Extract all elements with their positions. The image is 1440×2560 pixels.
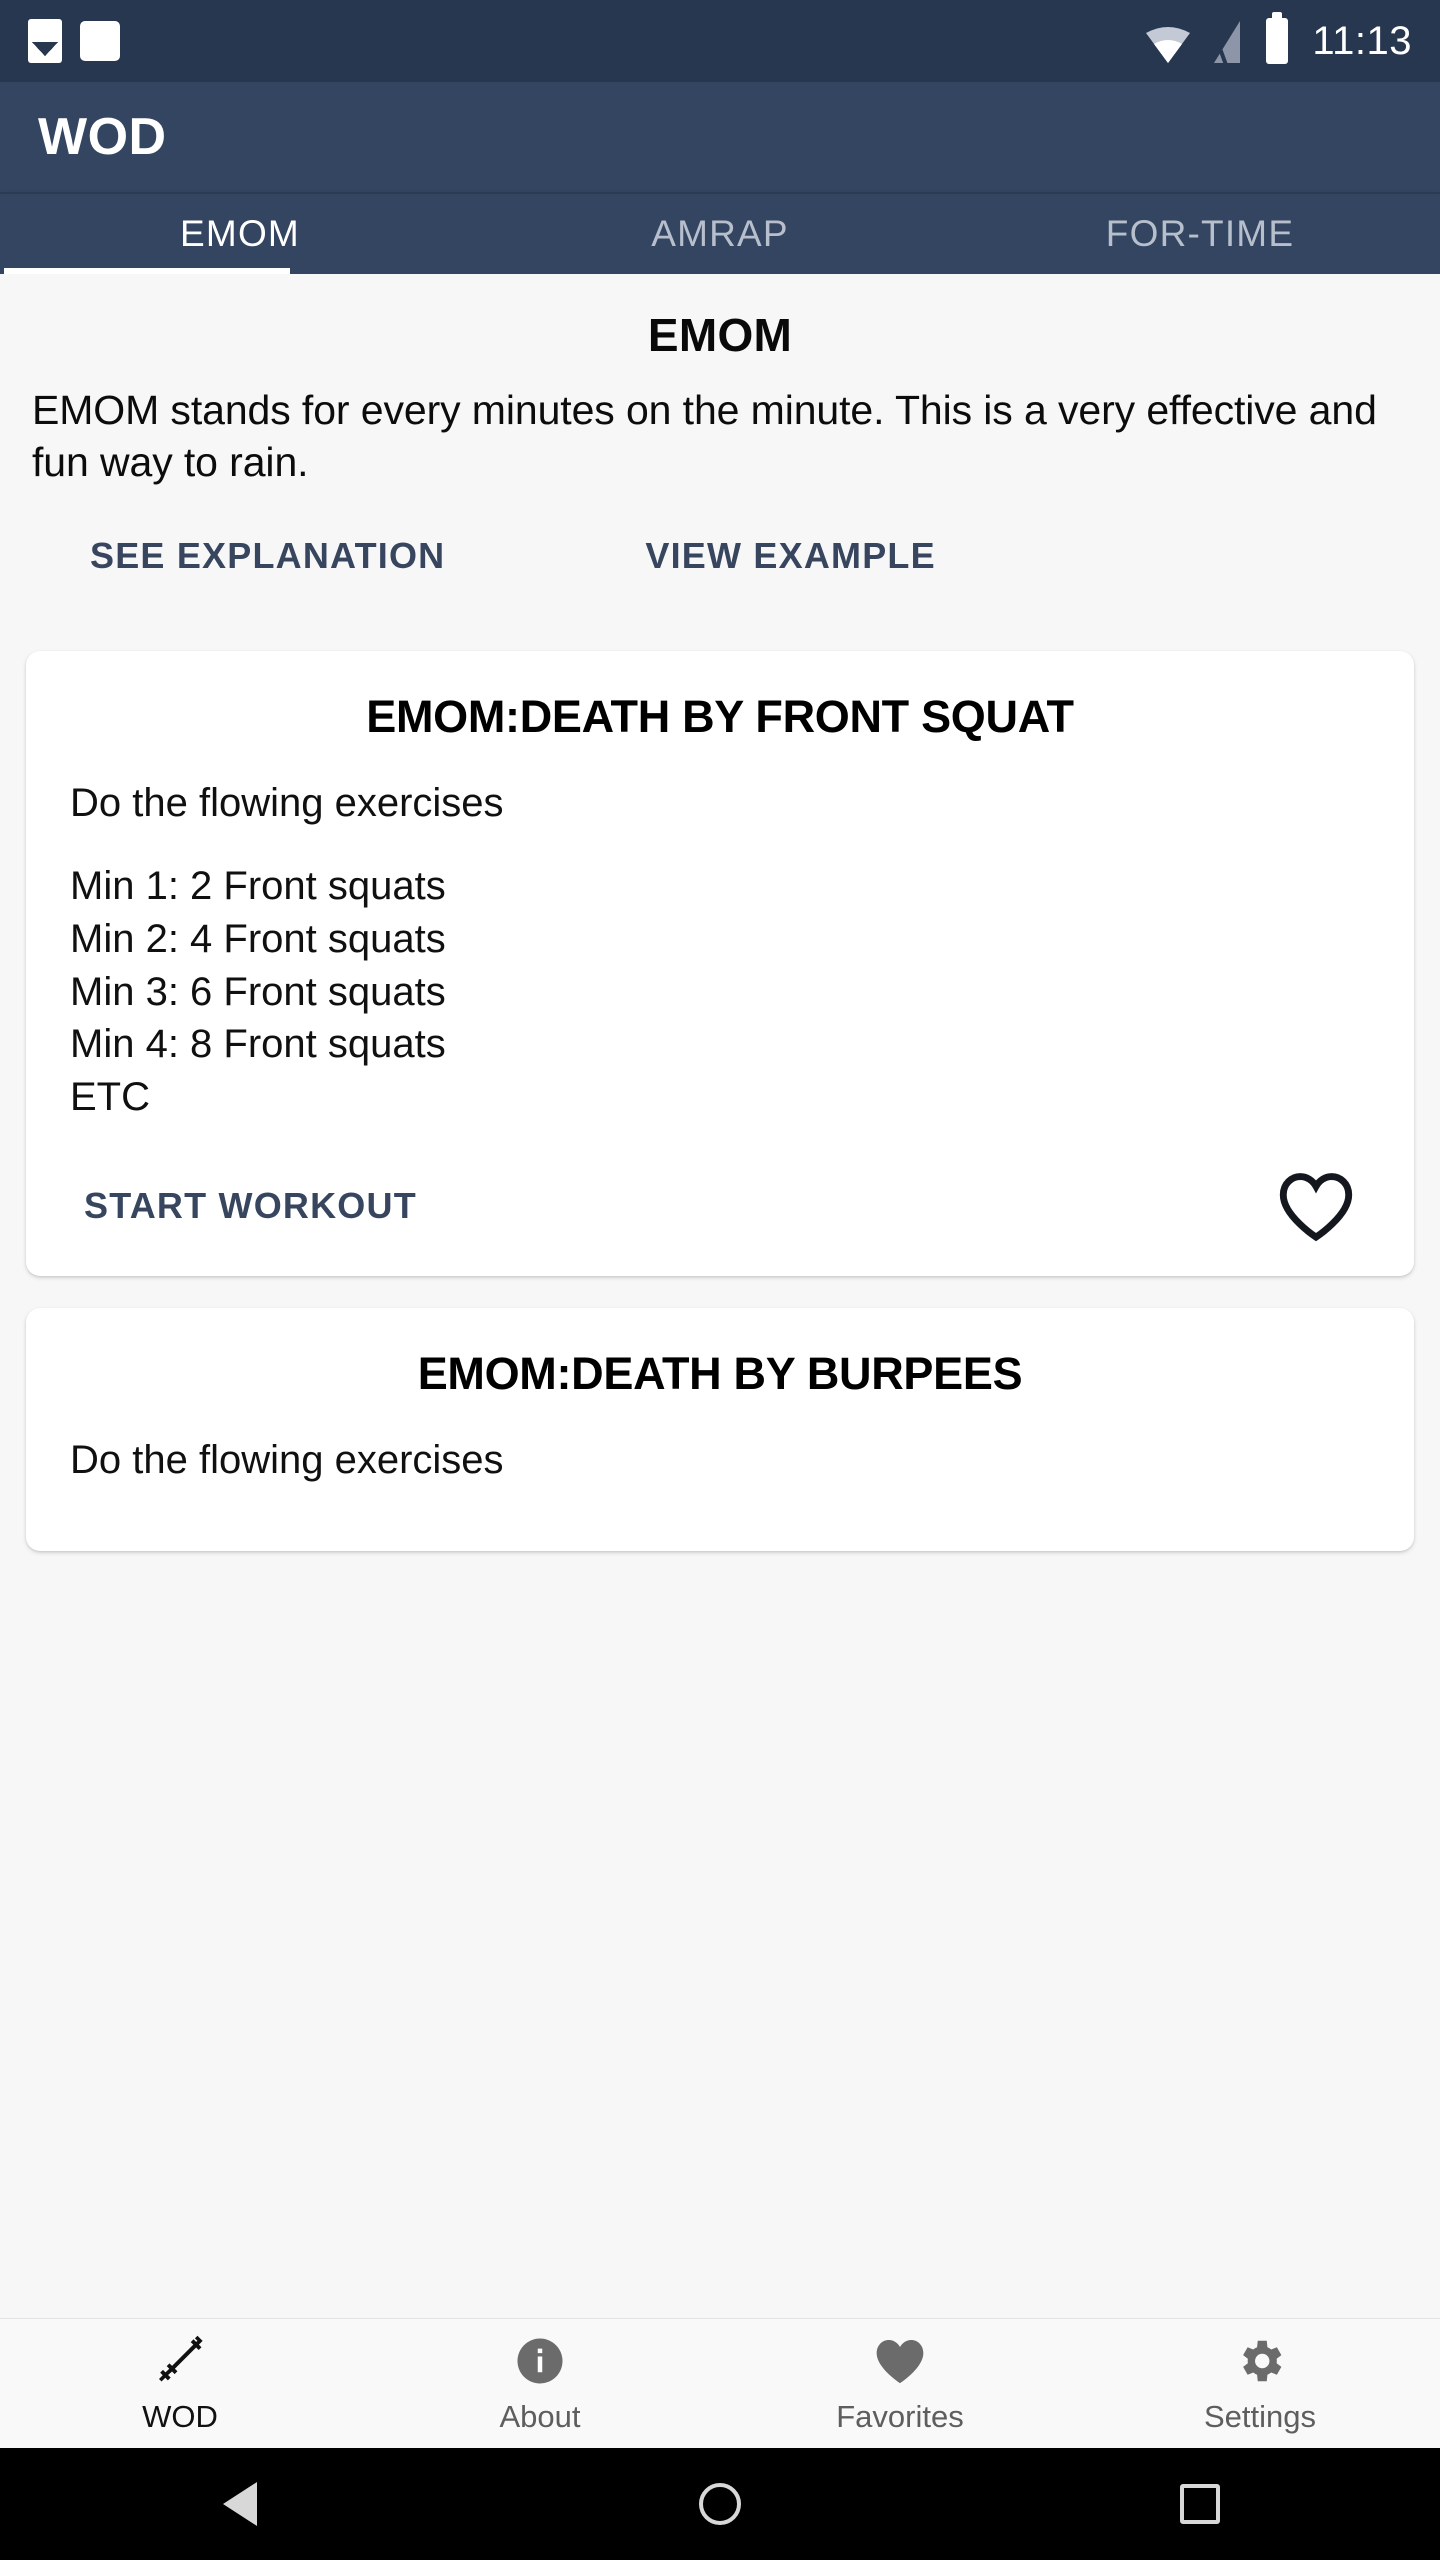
workout-card[interactable]: EMOM:DEATH BY BURPEES Do the flowing exe…	[26, 1307, 1414, 1551]
workout-lead: Do the flowing exercises	[70, 780, 504, 825]
tab-amrap[interactable]: AMRAP	[480, 194, 960, 274]
workout-card-list: EMOM:DEATH BY FRONT SQUAT Do the flowing…	[0, 650, 1440, 1551]
nav-item-about[interactable]: About	[360, 2333, 720, 2435]
heart-filled-icon	[872, 2333, 928, 2389]
intro-actions: SEE EXPLANATION VIEW EXAMPLE	[32, 535, 1408, 577]
triangle-left-icon	[223, 2482, 257, 2526]
battery-icon	[1266, 12, 1289, 64]
nav-label-wod: WOD	[142, 2398, 218, 2434]
square-icon	[1180, 2484, 1220, 2524]
view-example-button[interactable]: VIEW EXAMPLE	[645, 535, 935, 577]
workout-steps: Min 1: 2 Front squats Min 2: 4 Front squ…	[70, 863, 446, 1120]
image-icon	[28, 19, 62, 63]
android-navigation-bar	[0, 2448, 1440, 2560]
home-button[interactable]	[660, 2448, 780, 2560]
nav-item-settings[interactable]: Settings	[1080, 2333, 1440, 2435]
intro-title: EMOM	[647, 309, 793, 361]
wifi-icon	[1144, 21, 1192, 63]
app-screen: 11:13 WOD EMOM AMRAP FOR-TIME EMOM EMOM …	[0, 0, 1440, 2560]
workout-title: EMOM:DEATH BY BURPEES	[417, 1347, 1023, 1399]
tab-for-time[interactable]: FOR-TIME	[960, 194, 1440, 274]
status-bar-right-icons: 11:13	[1144, 12, 1412, 69]
page-title: WOD	[38, 108, 167, 166]
status-bar-left-icons	[28, 19, 120, 63]
nav-item-favorites[interactable]: Favorites	[720, 2333, 1080, 2435]
status-bar: 11:13	[0, 0, 1440, 82]
signal-off-icon	[1207, 17, 1248, 69]
start-workout-button[interactable]: START WORKOUT	[84, 1185, 417, 1227]
tab-emom[interactable]: EMOM	[0, 194, 480, 274]
heart-outline-icon[interactable]	[1276, 1170, 1356, 1242]
circle-icon	[699, 2483, 741, 2525]
workout-title: EMOM:DEATH BY FRONT SQUAT	[366, 690, 1074, 742]
app-bar: WOD	[0, 82, 1440, 194]
white-square-icon	[80, 21, 120, 61]
gear-icon	[1233, 2333, 1287, 2389]
recents-button[interactable]	[1140, 2448, 1260, 2560]
tab-bar: EMOM AMRAP FOR-TIME	[0, 194, 1440, 274]
nav-label-about: About	[499, 2398, 581, 2434]
workout-card-actions: START WORKOUT	[70, 1170, 1370, 1242]
nav-label-settings: Settings	[1203, 2398, 1316, 2434]
intro-section: EMOM EMOM stands for every minutes on th…	[0, 274, 1440, 577]
dumbbell-icon	[152, 2333, 208, 2389]
nav-label-favorites: Favorites	[836, 2398, 964, 2434]
back-button[interactable]	[180, 2448, 300, 2560]
info-circle-icon	[513, 2333, 567, 2389]
main-content: EMOM EMOM stands for every minutes on th…	[0, 274, 1440, 2318]
see-explanation-button[interactable]: SEE EXPLANATION	[90, 535, 445, 577]
nav-item-wod[interactable]: WOD	[0, 2333, 360, 2435]
intro-description: EMOM stands for every minutes on the min…	[32, 387, 1377, 486]
bottom-navigation: WOD About Favorites Settings	[0, 2318, 1440, 2448]
workout-card[interactable]: EMOM:DEATH BY FRONT SQUAT Do the flowing…	[26, 650, 1414, 1276]
workout-lead: Do the flowing exercises	[70, 1437, 504, 1482]
status-bar-clock: 11:13	[1312, 18, 1412, 63]
